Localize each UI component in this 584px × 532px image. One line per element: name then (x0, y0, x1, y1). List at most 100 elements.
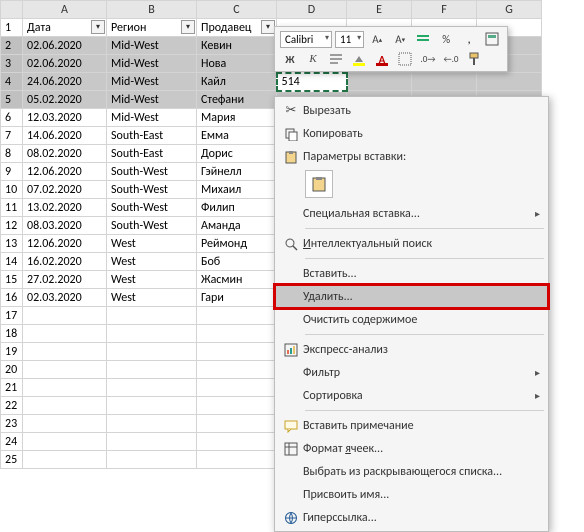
menu-quick-analysis[interactable]: Экспресс-анализ (275, 338, 548, 361)
menu-define-name[interactable]: Присвоить имя... (275, 483, 548, 506)
cell-E4[interactable] (347, 73, 412, 91)
menu-smart-lookup[interactable]: Интеллектуальный поиск (275, 232, 548, 255)
cell-C9[interactable]: Гэйнелл (197, 163, 277, 181)
cell-B8[interactable]: South-East (107, 145, 197, 163)
cell-A25[interactable] (23, 451, 107, 469)
row-header[interactable]: 23 (1, 415, 23, 433)
cell-C19[interactable] (197, 343, 277, 361)
cell-A7[interactable]: 14.06.2020 (23, 127, 107, 145)
cell-C13[interactable]: Реймонд (197, 235, 277, 253)
cell-A12[interactable]: 08.03.2020 (23, 217, 107, 235)
cell-F4[interactable] (412, 73, 477, 91)
paste-option-default[interactable] (305, 170, 333, 198)
row-header[interactable]: 6 (1, 109, 23, 127)
cell-B4[interactable]: Mid-West (107, 73, 197, 91)
align-icon[interactable] (326, 50, 346, 68)
cell-C6[interactable]: Мария (197, 109, 277, 127)
row-header[interactable]: 13 (1, 235, 23, 253)
cell-B6[interactable]: Mid-West (107, 109, 197, 127)
cell-C3[interactable]: Нова (197, 55, 277, 73)
cell-C16[interactable]: Гари (197, 289, 277, 307)
filter-button[interactable] (91, 20, 105, 34)
menu-cut[interactable]: ✂ Вырезать (275, 99, 548, 122)
row-header[interactable]: 10 (1, 181, 23, 199)
cell-A9[interactable]: 12.06.2020 (23, 163, 107, 181)
bold-button[interactable]: Ж (280, 50, 300, 68)
cell-B11[interactable]: South-West (107, 199, 197, 217)
menu-sort[interactable]: Сортировка (275, 384, 548, 407)
cell-B21[interactable] (107, 379, 197, 397)
row-header[interactable]: 14 (1, 253, 23, 271)
cell-A13[interactable]: 12.06.2020 (23, 235, 107, 253)
cell-C15[interactable]: Жасмин (197, 271, 277, 289)
cell-A22[interactable] (23, 397, 107, 415)
cell-C10[interactable]: Михаил (197, 181, 277, 199)
row-header[interactable]: 2 (1, 37, 23, 55)
cell-C8[interactable]: Дорис (197, 145, 277, 163)
increase-decimal-icon[interactable]: ←.0 (441, 50, 461, 68)
cell-D4[interactable]: 514 (277, 73, 347, 91)
cell-C1[interactable]: Продавец (197, 19, 277, 37)
increase-font-icon[interactable]: A▴ (367, 30, 387, 48)
menu-filter[interactable]: Фильтр (275, 361, 548, 384)
row-header[interactable]: 12 (1, 217, 23, 235)
cell-B5[interactable]: Mid-West (107, 91, 197, 109)
cell-A1[interactable]: Дата (23, 19, 107, 37)
cell-B25[interactable] (107, 451, 197, 469)
cell-A17[interactable] (23, 307, 107, 325)
cell-C11[interactable]: Филип (197, 199, 277, 217)
menu-format-cells[interactable]: Формат ячеек... (275, 437, 548, 460)
cell-B13[interactable]: West (107, 235, 197, 253)
menu-clear[interactable]: Очистить содержимое (275, 308, 548, 331)
format-icon[interactable] (482, 30, 502, 48)
menu-delete[interactable]: Удалить... (275, 285, 548, 308)
cell-B1[interactable]: Регион (107, 19, 197, 37)
menu-copy[interactable]: Копировать (275, 122, 548, 145)
accounting-format-icon[interactable] (413, 30, 433, 48)
cell-A11[interactable]: 13.02.2020 (23, 199, 107, 217)
cell-A6[interactable]: 12.03.2020 (23, 109, 107, 127)
col-header-C[interactable]: C (197, 1, 277, 19)
decrease-decimal-icon[interactable]: .0→ (418, 50, 438, 68)
row-header[interactable]: 24 (1, 433, 23, 451)
menu-insert[interactable]: Вставить... (275, 262, 548, 285)
cell-C12[interactable]: Аманда (197, 217, 277, 235)
cell-C2[interactable]: Кевин (197, 37, 277, 55)
cell-C21[interactable] (197, 379, 277, 397)
row-header[interactable]: 8 (1, 145, 23, 163)
row-header[interactable]: 1 (1, 19, 23, 37)
cell-C22[interactable] (197, 397, 277, 415)
filter-button[interactable] (181, 20, 195, 34)
row-header[interactable]: 21 (1, 379, 23, 397)
cell-A3[interactable]: 02.06.2020 (23, 55, 107, 73)
cell-A23[interactable] (23, 415, 107, 433)
cell-B10[interactable]: South-West (107, 181, 197, 199)
row-header[interactable]: 11 (1, 199, 23, 217)
col-header-A[interactable]: A (23, 1, 107, 19)
cell-C7[interactable]: Емма (197, 127, 277, 145)
cell-G4[interactable] (477, 73, 542, 91)
row-header[interactable]: 9 (1, 163, 23, 181)
cell-A19[interactable] (23, 343, 107, 361)
cell-C18[interactable] (197, 325, 277, 343)
comma-icon[interactable]: , (459, 30, 479, 48)
cell-B23[interactable] (107, 415, 197, 433)
borders-icon[interactable] (395, 50, 415, 68)
row-header[interactable]: 18 (1, 325, 23, 343)
cell-B16[interactable]: West (107, 289, 197, 307)
cell-A4[interactable]: 24.06.2020 (23, 73, 107, 91)
cell-A8[interactable]: 08.02.2020 (23, 145, 107, 163)
cell-A2[interactable]: 02.06.2020 (23, 37, 107, 55)
col-header-F[interactable]: F (412, 1, 477, 19)
cell-B15[interactable]: West (107, 271, 197, 289)
cell-B14[interactable]: West (107, 253, 197, 271)
cell-A18[interactable] (23, 325, 107, 343)
cell-B3[interactable]: Mid-West (107, 55, 197, 73)
row-header[interactable]: 19 (1, 343, 23, 361)
row-header[interactable]: 22 (1, 397, 23, 415)
cell-A20[interactable] (23, 361, 107, 379)
cell-C25[interactable] (197, 451, 277, 469)
cell-B24[interactable] (107, 433, 197, 451)
menu-insert-comment[interactable]: Вставить примечание (275, 414, 548, 437)
cell-A21[interactable] (23, 379, 107, 397)
